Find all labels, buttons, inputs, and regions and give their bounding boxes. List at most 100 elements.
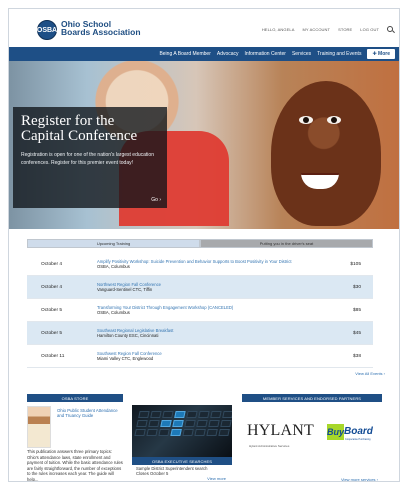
table-row[interactable]: October 11 Southwest Region Fall Confere… <box>27 345 373 368</box>
hero-go-link[interactable]: Go › <box>151 197 161 203</box>
event-price: $38 <box>352 353 361 359</box>
nav-information-center[interactable]: Information Center <box>245 51 286 57</box>
student-photo[interactable] <box>27 406 51 448</box>
nav-being-a-board-member[interactable]: Being A Board Member <box>159 51 210 57</box>
event-price: $45 <box>352 330 361 336</box>
site-name-line-2: Boards Association <box>61 27 141 37</box>
view-all-events-link[interactable]: View All Events › <box>355 371 385 376</box>
hero-student-face <box>271 81 381 226</box>
event-date: October 5 <box>41 330 63 336</box>
store-heading-bar: OSBA STORE <box>27 394 123 402</box>
event-date: October 4 <box>41 261 63 267</box>
keyboard-key <box>196 420 208 427</box>
keyboard-key-highlight <box>160 420 172 427</box>
keyboard-keys <box>134 411 232 436</box>
keyboard-key <box>222 411 232 418</box>
user-greeting: Hello, Angela <box>261 26 295 32</box>
my-account-link[interactable]: MY ACCOUNT <box>302 27 330 32</box>
keyboard-key <box>194 429 206 436</box>
osba-home-page: OSBA Ohio School Boards Association Hell… <box>8 8 400 482</box>
keyboard-key <box>220 420 232 427</box>
nav-advocacy[interactable]: Advocacy <box>217 51 239 57</box>
event-details: Southeast Regional Legislative Breakfast… <box>97 328 327 338</box>
keyboard-key <box>218 429 230 436</box>
more-label: More <box>378 51 390 57</box>
keyboard-key <box>198 411 210 418</box>
partners-view-more-link[interactable]: View more services › <box>341 477 378 481</box>
partners-promo: MEMBER SERVICES AND ENDORSED PARTNERS HY… <box>242 394 382 481</box>
keyboard-key <box>210 411 222 418</box>
keyboard-key <box>182 429 194 436</box>
keyboard-key-highlight <box>170 429 182 436</box>
keyboard-key <box>134 429 146 436</box>
hero-title-line-1: Register for the <box>21 113 115 129</box>
hero-left-eye <box>299 116 313 124</box>
training-tabs: Upcoming Training Putting you in the dri… <box>27 239 373 248</box>
keyboard-key <box>138 411 150 418</box>
store-link[interactable]: STORE <box>338 27 352 32</box>
store-publication-link[interactable]: Ohio Public Student Attendance and Truan… <box>57 408 121 418</box>
table-row[interactable]: October 4 Northwest Region Fall Conferen… <box>27 276 373 299</box>
event-price: $105 <box>350 261 361 267</box>
event-price: $85 <box>352 307 361 313</box>
event-location: OSBA, Columbus <box>97 264 130 269</box>
table-row[interactable]: October 5 Southeast Regional Legislative… <box>27 322 373 345</box>
hero-title-line-2: Capital Conference <box>21 128 138 144</box>
bottom-promos: OSBA STORE Ohio Public Student Attendanc… <box>9 391 399 482</box>
nav-services[interactable]: Services <box>292 51 311 57</box>
keyboard-key <box>206 429 218 436</box>
keyboard-key <box>158 429 170 436</box>
site-name[interactable]: Ohio School Boards Association <box>61 20 141 37</box>
training-section: Upcoming Training Putting you in the dri… <box>9 239 399 389</box>
hylant-tagline: Hylant Administrative Services <box>249 444 290 448</box>
more-menu-button[interactable]: ✚ More <box>367 49 395 59</box>
keyboard-key <box>150 411 162 418</box>
buyboard-tagline: Cooperative Purchasing <box>345 438 371 441</box>
event-date: October 4 <box>41 284 63 290</box>
event-details: Southwest Region Fall Conference Miami V… <box>97 351 327 361</box>
keyboard-key-highlight <box>174 411 186 418</box>
hero-description: Registration is open for one of the nati… <box>21 152 154 166</box>
table-row[interactable]: October 4 Amplify Positivity Workshop: S… <box>27 253 373 276</box>
executive-search-heading-bar: OSBA EXECUTIVE SEARCHES <box>132 457 232 465</box>
keyboard-key <box>208 420 220 427</box>
utility-nav: Hello, Angela MY ACCOUNT STORE LOG OUT <box>262 26 393 32</box>
hylant-logo[interactable]: HYLANT <box>247 422 314 440</box>
table-row[interactable]: October 5 Transforming Your District Thr… <box>27 299 373 322</box>
event-location: Hamilton County ESC, Cincinnati <box>97 333 159 338</box>
hero-right-eye <box>327 116 341 124</box>
store-promo: OSBA STORE Ohio Public Student Attendanc… <box>27 394 123 482</box>
buyboard-buy-mark: Buy <box>327 424 344 440</box>
tab-driver-seat[interactable]: Putting you in the driver's seat <box>200 239 373 248</box>
osba-logo[interactable]: OSBA <box>37 20 57 40</box>
keyboard-key-highlight <box>172 420 184 427</box>
keyboard-key <box>162 411 174 418</box>
executive-search-view-more-link[interactable]: View more <box>207 476 226 481</box>
keyboard-image[interactable] <box>132 405 232 457</box>
event-location: Vanguard-Sentinel CTC, Tiffin <box>97 287 153 292</box>
hero-caption-panel: Register for the Capital Conference Regi… <box>13 107 167 208</box>
store-publication-description: This publication answers three primary t… <box>27 449 123 482</box>
hero-title: Register for the Capital Conference <box>21 114 159 144</box>
hero-banner[interactable]: Register for the Capital Conference Regi… <box>9 61 399 229</box>
keyboard-key <box>184 420 196 427</box>
buyboard-logo[interactable]: Buy Board Cooperative Purchasing <box>327 424 373 441</box>
main-navigation: Being A Board Member Advocacy Informatio… <box>9 47 399 61</box>
keyboard-key <box>186 411 198 418</box>
executive-search-promo: OSBA EXECUTIVE SEARCHES Sample District … <box>132 394 232 481</box>
partners-heading-bar: MEMBER SERVICES AND ENDORSED PARTNERS <box>242 394 382 402</box>
nav-training-and-events[interactable]: Training and Events <box>317 51 361 57</box>
keyboard-key <box>136 420 148 427</box>
executive-search-item[interactable]: Sample District Superintendent search Cl… <box>136 466 228 476</box>
event-price: $30 <box>352 284 361 290</box>
event-details: Amplify Positivity Workshop: Suicide Pre… <box>97 259 327 269</box>
search-icon[interactable] <box>387 26 393 32</box>
tab-upcoming-training[interactable]: Upcoming Training <box>27 239 200 248</box>
event-location: OSBA, Columbus <box>97 310 130 315</box>
keyboard-key <box>148 420 160 427</box>
event-date: October 5 <box>41 307 63 313</box>
training-events-list: October 4 Amplify Positivity Workshop: S… <box>27 253 373 368</box>
keyboard-key <box>146 429 158 436</box>
log-out-link[interactable]: LOG OUT <box>360 27 379 32</box>
event-details: Transforming Your District Through Engag… <box>97 305 327 315</box>
